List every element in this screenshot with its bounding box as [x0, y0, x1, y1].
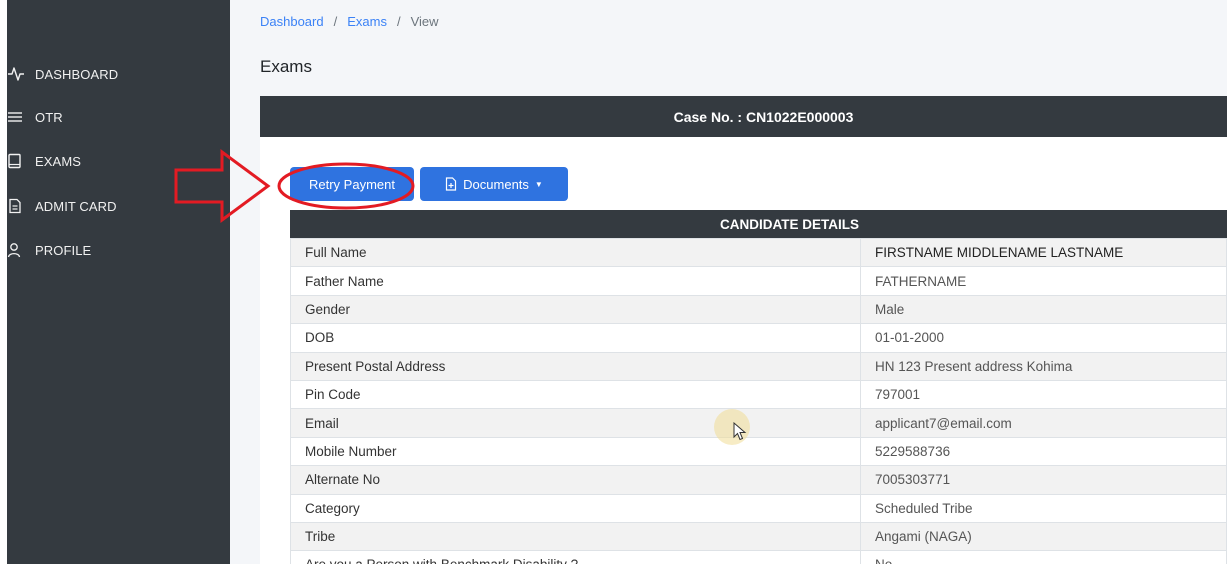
table-row: Present Postal Address HN 123 Present add… [290, 351, 1227, 381]
sidebar-item-exams[interactable]: EXAMS [7, 143, 230, 179]
main-content: Dashboard / Exams / View Exams Case No. : CN… [230, 0, 1227, 564]
table-row: Gender Male [290, 294, 1227, 325]
sidebar-item-label: OTR [35, 109, 63, 125]
documents-dropdown-button[interactable]: Documents ▼ [420, 167, 568, 201]
table-row: Tribe Angami (NAGA) [290, 521, 1227, 552]
table-row: Full Name FIRSTNAME MIDDLENAME LASTNAME [290, 237, 1227, 268]
sidebar-item-label: ADMIT CARD [35, 198, 117, 214]
table-row: DOB 01-01-2000 [290, 323, 1227, 353]
row-value: No [860, 550, 1227, 564]
document-plus-icon [445, 177, 457, 191]
sidebar-item-label: PROFILE [35, 242, 92, 258]
user-icon [7, 241, 29, 259]
row-label: Pin Code [290, 379, 861, 410]
row-value: HN 123 Present address Kohima [860, 351, 1227, 381]
breadcrumb-exams-link[interactable]: Exams [347, 14, 387, 29]
book-icon [7, 152, 29, 170]
candidate-details-heading: CANDIDATE DETAILS [290, 210, 1227, 238]
row-label: Father Name [290, 266, 861, 296]
caret-down-icon: ▼ [534, 179, 543, 189]
breadcrumb-dashboard-link[interactable]: Dashboard [260, 14, 324, 29]
retry-payment-button[interactable]: Retry Payment [290, 167, 414, 201]
row-value: 01-01-2000 [860, 323, 1227, 353]
breadcrumb-current: View [410, 14, 439, 29]
sidebar-item-label: DASHBOARD [35, 66, 119, 82]
activity-icon [7, 65, 29, 83]
case-number-header: Case No. : CN1022E000003 [260, 96, 1227, 137]
menu-icon [7, 108, 29, 126]
table-row: Father Name FATHERNAME [290, 266, 1227, 296]
breadcrumb-separator: / [396, 14, 401, 29]
row-value: Angami (NAGA) [860, 521, 1227, 552]
documents-label: Documents [463, 176, 529, 192]
cursor-highlight [714, 409, 750, 445]
row-label: Alternate No [290, 465, 861, 495]
left-edge-strip [0, 0, 7, 564]
table-row: Alternate No 7005303771 [290, 465, 1227, 495]
table-row: Category Scheduled Tribe [290, 493, 1227, 523]
row-label: Are you a Person with Benchmark Disabili… [290, 550, 861, 564]
row-label: Email [290, 408, 861, 438]
row-value: Scheduled Tribe [860, 493, 1227, 523]
sidebar-item-admit-card[interactable]: ADMIT CARD [7, 188, 230, 224]
row-value: 7005303771 [860, 465, 1227, 495]
sidebar: DASHBOARD OTR EXAMS ADMIT CARD PROFILE [7, 0, 230, 564]
candidate-details-grid: Full Name FIRSTNAME MIDDLENAME LASTNAME F… [290, 237, 1227, 564]
page-title: Exams [260, 57, 312, 76]
row-value: 5229588736 [860, 436, 1227, 467]
row-value: FIRSTNAME MIDDLENAME LASTNAME [860, 237, 1227, 268]
row-label: Full Name [290, 237, 861, 268]
exam-card: Case No. : CN1022E000003 Retry Payment D… [260, 96, 1227, 564]
breadcrumb: Dashboard / Exams / View [260, 14, 439, 29]
row-value: Male [860, 294, 1227, 325]
retry-payment-label: Retry Payment [309, 176, 395, 192]
table-row: Mobile Number 5229588736 [290, 436, 1227, 467]
case-number: Case No. : CN1022E000003 [673, 108, 854, 125]
file-text-icon [7, 197, 29, 215]
row-value: 797001 [860, 379, 1227, 410]
row-label: DOB [290, 323, 861, 353]
table-row: Pin Code 797001 [290, 379, 1227, 410]
row-label: Gender [290, 294, 861, 325]
row-label: Category [290, 493, 861, 523]
row-label: Present Postal Address [290, 351, 861, 381]
breadcrumb-separator: / [333, 14, 338, 29]
candidate-details-table: CANDIDATE DETAILS Full Name FIRSTNAME MID… [290, 210, 1227, 564]
table-row: Email applicant7@email.com [290, 408, 1227, 438]
table-row: Are you a Person with Benchmark Disabili… [290, 550, 1227, 564]
sidebar-item-profile[interactable]: PROFILE [7, 232, 230, 268]
sidebar-item-dashboard[interactable]: DASHBOARD [7, 56, 230, 92]
sidebar-item-label: EXAMS [35, 153, 82, 169]
row-label: Mobile Number [290, 436, 861, 467]
row-value: applicant7@email.com [860, 408, 1227, 438]
row-value: FATHERNAME [860, 266, 1227, 296]
row-label: Tribe [290, 521, 861, 552]
sidebar-item-otr[interactable]: OTR [7, 99, 230, 135]
